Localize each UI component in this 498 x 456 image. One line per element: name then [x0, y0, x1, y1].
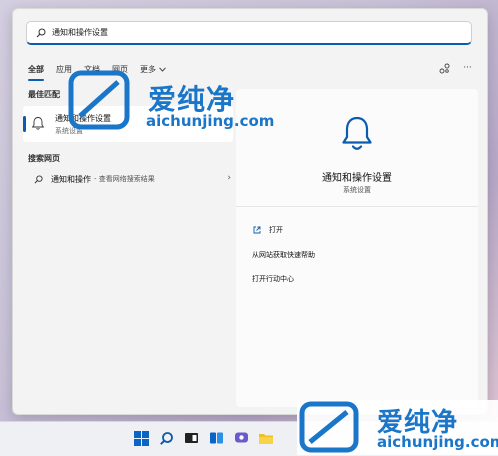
action-center-action[interactable]: 打开行动中心 [252, 274, 294, 284]
watermark-logo: 爱纯净 aichunjing.com [68, 70, 278, 132]
bell-icon [31, 117, 45, 130]
watermark-logo-large: 爱纯净 aichunjing.com [297, 400, 498, 455]
web-search-heading: 搜索网页 [28, 154, 60, 163]
preview-title: 通知和操作设置 [322, 173, 392, 184]
tab-all[interactable]: 全部 [28, 64, 44, 81]
preview-subtitle: 系统设置 [343, 186, 371, 194]
search-box[interactable] [26, 21, 472, 45]
taskbar-icons [132, 429, 275, 447]
chevron-right-icon[interactable]: › [227, 173, 231, 183]
watermark-url: aichunjing.com [146, 112, 275, 130]
watermark-logo-icon [299, 401, 359, 453]
preview-pane: 通知和操作设置 系统设置 打开 从网站获取快速帮助 打开行动中心 [236, 89, 478, 407]
divider [236, 206, 478, 207]
open-action[interactable]: 打开 [253, 225, 283, 235]
watermark-logo-icon [68, 70, 130, 130]
watermark-url: aichunjing.com [377, 433, 498, 451]
bell-icon [342, 116, 372, 150]
task-view-icon[interactable] [182, 429, 200, 447]
open-action-label: 打开 [269, 226, 283, 234]
file-explorer-icon[interactable] [257, 429, 275, 447]
search-icon [36, 28, 46, 37]
widgets-icon[interactable] [207, 429, 225, 447]
more-icon[interactable]: ··· [462, 63, 473, 74]
top-actions: ··· [439, 63, 473, 74]
search-input[interactable] [52, 28, 471, 37]
quick-help-action[interactable]: 从网站获取快速帮助 [252, 250, 315, 260]
chat-icon[interactable] [232, 429, 250, 447]
open-icon [253, 226, 261, 234]
web-search-detail: - 查看网络搜索结果 [94, 175, 155, 183]
share-icon[interactable] [439, 63, 450, 74]
start-icon[interactable] [132, 429, 150, 447]
search-icon[interactable] [157, 429, 175, 447]
web-search-query: 通知和操作 [51, 174, 91, 184]
web-search-item[interactable]: 通知和操作 - 查看网络搜索结果 › [23, 170, 233, 188]
search-icon [34, 174, 43, 183]
